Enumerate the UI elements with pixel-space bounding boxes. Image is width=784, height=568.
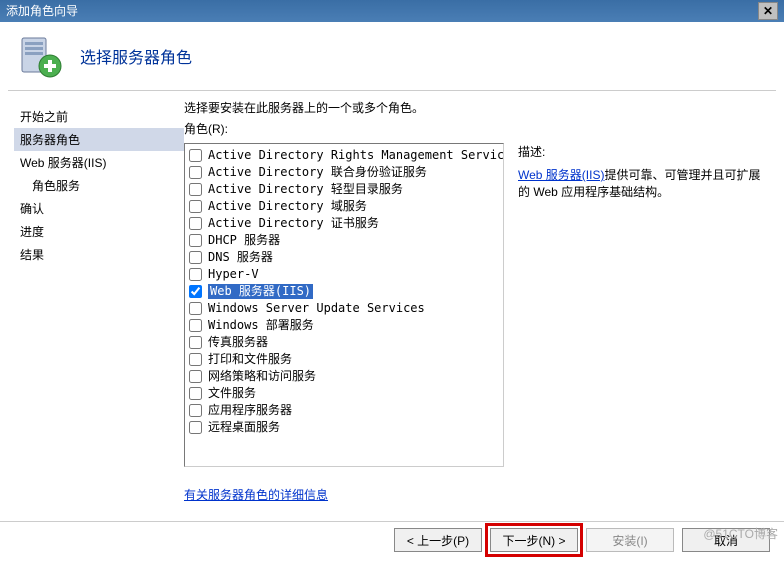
role-label: Active Directory 轻型目录服务: [208, 182, 403, 197]
role-checkbox[interactable]: [189, 183, 202, 196]
role-item[interactable]: 打印和文件服务: [187, 351, 501, 368]
role-checkbox[interactable]: [189, 319, 202, 332]
role-label: Active Directory 证书服务: [208, 216, 379, 231]
window-title: 添加角色向导: [6, 0, 78, 22]
role-checkbox[interactable]: [189, 200, 202, 213]
role-label: DNS 服务器: [208, 250, 273, 265]
sidebar-item[interactable]: 确认: [14, 197, 184, 220]
roles-label: 角色(R):: [184, 120, 770, 137]
next-button[interactable]: 下一步(N) >: [490, 528, 578, 552]
sidebar-item[interactable]: 结果: [14, 243, 184, 266]
role-checkbox[interactable]: [189, 285, 202, 298]
role-item[interactable]: Active Directory 轻型目录服务: [187, 181, 501, 198]
sidebar-item[interactable]: Web 服务器(IIS): [14, 151, 184, 174]
role-checkbox[interactable]: [189, 302, 202, 315]
more-info-link[interactable]: 有关服务器角色的详细信息: [184, 486, 770, 503]
role-label: Web 服务器(IIS): [208, 284, 313, 299]
role-item[interactable]: Windows Server Update Services: [187, 300, 501, 317]
sidebar-item[interactable]: 角色服务: [14, 174, 184, 197]
previous-button[interactable]: < 上一步(P): [394, 528, 482, 552]
install-button: 安装(I): [586, 528, 674, 552]
role-item[interactable]: DNS 服务器: [187, 249, 501, 266]
role-label: DHCP 服务器: [208, 233, 280, 248]
window-titlebar: 添加角色向导 ✕: [0, 0, 784, 22]
role-label: 网络策略和访问服务: [208, 369, 316, 384]
role-checkbox[interactable]: [189, 387, 202, 400]
role-item[interactable]: 文件服务: [187, 385, 501, 402]
role-label: Active Directory 域服务: [208, 199, 367, 214]
role-item[interactable]: Web 服务器(IIS): [187, 283, 501, 300]
sidebar-item[interactable]: 开始之前: [14, 105, 184, 128]
sidebar-item[interactable]: 进度: [14, 220, 184, 243]
role-checkbox[interactable]: [189, 353, 202, 366]
role-checkbox[interactable]: [189, 149, 202, 162]
role-item[interactable]: Windows 部署服务: [187, 317, 501, 334]
description-title: 描述:: [518, 143, 770, 160]
role-checkbox[interactable]: [189, 404, 202, 417]
role-label: 远程桌面服务: [208, 420, 280, 435]
role-item[interactable]: 应用程序服务器: [187, 402, 501, 419]
role-item[interactable]: Active Directory 联合身份验证服务: [187, 164, 501, 181]
role-checkbox[interactable]: [189, 268, 202, 281]
role-item[interactable]: Active Directory 证书服务: [187, 215, 501, 232]
role-checkbox[interactable]: [189, 234, 202, 247]
role-item[interactable]: Active Directory 域服务: [187, 198, 501, 215]
role-item[interactable]: 网络策略和访问服务: [187, 368, 501, 385]
roles-listbox[interactable]: Active Directory Rights Management Servi…: [184, 143, 504, 467]
role-label: Windows 部署服务: [208, 318, 314, 333]
wizard-header: 选择服务器角色: [0, 22, 784, 90]
role-label: Active Directory Rights Management Servi…: [208, 148, 504, 163]
role-item[interactable]: 远程桌面服务: [187, 419, 501, 436]
main-panel: 选择要安装在此服务器上的一个或多个角色。 角色(R): Active Direc…: [184, 99, 770, 503]
role-item[interactable]: 传真服务器: [187, 334, 501, 351]
close-icon[interactable]: ✕: [758, 2, 778, 20]
role-item[interactable]: Active Directory Rights Management Servi…: [187, 147, 501, 164]
role-label: 文件服务: [208, 386, 256, 401]
wizard-footer: < 上一步(P) 下一步(N) > 安装(I) 取消: [0, 521, 784, 558]
role-checkbox[interactable]: [189, 166, 202, 179]
description-panel: 描述: Web 服务器(IIS)提供可靠、可管理并且可扩展的 Web 应用程序基…: [518, 143, 770, 474]
role-checkbox[interactable]: [189, 421, 202, 434]
role-checkbox[interactable]: [189, 336, 202, 349]
role-checkbox[interactable]: [189, 370, 202, 383]
description-body: Web 服务器(IIS)提供可靠、可管理并且可扩展的 Web 应用程序基础结构。: [518, 166, 770, 200]
role-label: Windows Server Update Services: [208, 301, 425, 316]
role-checkbox[interactable]: [189, 251, 202, 264]
role-label: Hyper-V: [208, 267, 259, 282]
instruction-text: 选择要安装在此服务器上的一个或多个角色。: [184, 99, 770, 116]
watermark: @51CTO博客: [703, 525, 778, 542]
role-label: Active Directory 联合身份验证服务: [208, 165, 427, 180]
role-label: 打印和文件服务: [208, 352, 292, 367]
role-label: 传真服务器: [208, 335, 268, 350]
wizard-sidebar: 开始之前服务器角色Web 服务器(IIS)角色服务确认进度结果: [14, 99, 184, 503]
sidebar-item[interactable]: 服务器角色: [14, 128, 184, 151]
server-role-icon: [16, 32, 64, 80]
role-item[interactable]: DHCP 服务器: [187, 232, 501, 249]
description-link[interactable]: Web 服务器(IIS): [518, 168, 604, 182]
page-title: 选择服务器角色: [80, 44, 192, 68]
content-area: 开始之前服务器角色Web 服务器(IIS)角色服务确认进度结果 选择要安装在此服…: [0, 91, 784, 503]
role-item[interactable]: Hyper-V: [187, 266, 501, 283]
role-checkbox[interactable]: [189, 217, 202, 230]
role-label: 应用程序服务器: [208, 403, 292, 418]
